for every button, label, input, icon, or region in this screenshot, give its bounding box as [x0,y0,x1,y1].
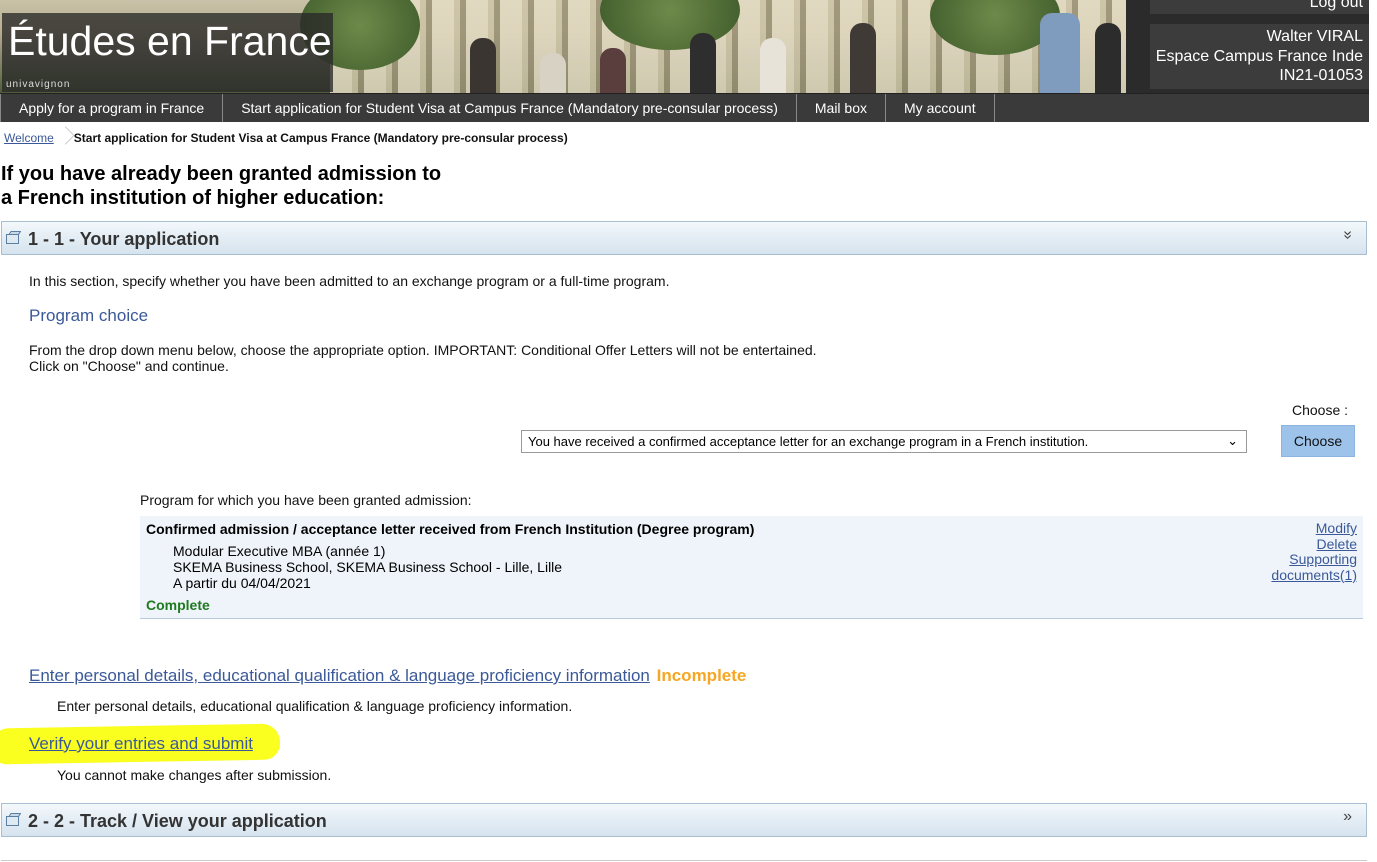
user-office: Espace Campus France Inde [1155,47,1363,65]
nav-start-visa-application[interactable]: Start application for Student Visa at Ca… [223,94,797,122]
nav-my-account[interactable]: My account [886,94,995,122]
program-institution: SKEMA Business School, SKEMA Business Sc… [173,559,563,575]
nav-apply-program[interactable]: Apply for a program in France [0,94,224,122]
supporting-documents-link[interactable]: Supporting [1271,551,1357,568]
instruction-line1: From the drop down menu below, choose th… [29,342,817,358]
expand-toggle-icon[interactable]: » [1343,808,1352,826]
personal-details-link[interactable]: Enter personal details, educational qual… [29,666,650,685]
choose-label: Choose : [1292,402,1349,418]
breadcrumb-welcome-link[interactable]: Welcome [4,131,54,145]
divider [1,860,1367,861]
breadcrumb: Welcome Start application for Student Vi… [4,128,568,148]
page-title-line2: a French institution of higher education… [1,187,385,209]
site-title[interactable]: Études en France [8,18,332,65]
banner-person [600,48,626,93]
banner-person [690,33,716,93]
verify-submit-desc: You cannot make changes after submission… [57,767,332,783]
supporting-documents-link-count[interactable]: documents(1) [1271,567,1357,584]
banner-person [850,23,876,93]
section-your-application-header[interactable]: 1 - 1 - Your application » [1,221,1367,255]
chevron-down-icon: ⌄ [1227,433,1238,448]
main-nav: Apply for a program in France Start appl… [0,93,1369,122]
personal-details-desc: Enter personal details, educational qual… [57,698,573,714]
banner-person [470,38,496,93]
program-status-badge: Complete [146,597,210,613]
select-value: You have received a confirmed acceptance… [528,434,1089,449]
delete-link[interactable]: Delete [1271,536,1357,553]
section-track-application-header[interactable]: 2 - 2 - Track / View your application » [1,803,1367,837]
program-actions: Modify Delete Supporting documents(1) [1271,520,1357,584]
section-title: 2 - 2 - Track / View your application [28,811,327,831]
user-name: Walter VIRAL [1266,28,1363,45]
folder-icon [6,813,21,826]
breadcrumb-current: Start application for Student Visa at Ca… [73,131,568,145]
instruction-line2: Click on "Choose" and continue. [29,358,229,374]
admission-label: Program for which you have been granted … [140,492,472,508]
user-info: Walter VIRAL Espace Campus France Inde I… [1150,24,1369,89]
personal-details-row: Enter personal details, educational qual… [29,666,746,686]
banner-person [1040,13,1080,93]
user-id: IN21-01053 [1279,67,1363,84]
page-title-line1: If you have already been granted admissi… [1,163,442,185]
banner-person [540,53,566,93]
logo-subtext: univavignon [6,79,71,90]
choose-button[interactable]: Choose [1281,425,1355,457]
folder-icon [6,231,21,244]
banner-person [760,38,786,93]
program-start-date: A partir du 04/04/2021 [173,575,311,591]
section-title: 1 - 1 - Your application [28,229,220,249]
nav-mail-box[interactable]: Mail box [797,94,887,122]
personal-details-status-badge: Incomplete [656,666,747,685]
verify-submit-link[interactable]: Verify your entries and submit [29,734,253,754]
program-choice-heading: Program choice [29,306,149,325]
program-card: Confirmed admission / acceptance letter … [140,516,1363,619]
program-name: Modular Executive MBA (année 1) [173,543,386,559]
section-intro: In this section, specify whether you hav… [29,273,670,289]
breadcrumb-separator-icon [59,128,69,148]
program-title: Confirmed admission / acceptance letter … [146,521,755,537]
logout-link[interactable]: Log out [1150,0,1369,14]
modify-link[interactable]: Modify [1271,520,1357,537]
program-type-select[interactable]: You have received a confirmed acceptance… [521,430,1247,453]
page-title: If you have already been granted admissi… [1,162,441,210]
banner-person [1095,23,1121,93]
collapse-toggle-icon[interactable]: » [1339,231,1357,240]
